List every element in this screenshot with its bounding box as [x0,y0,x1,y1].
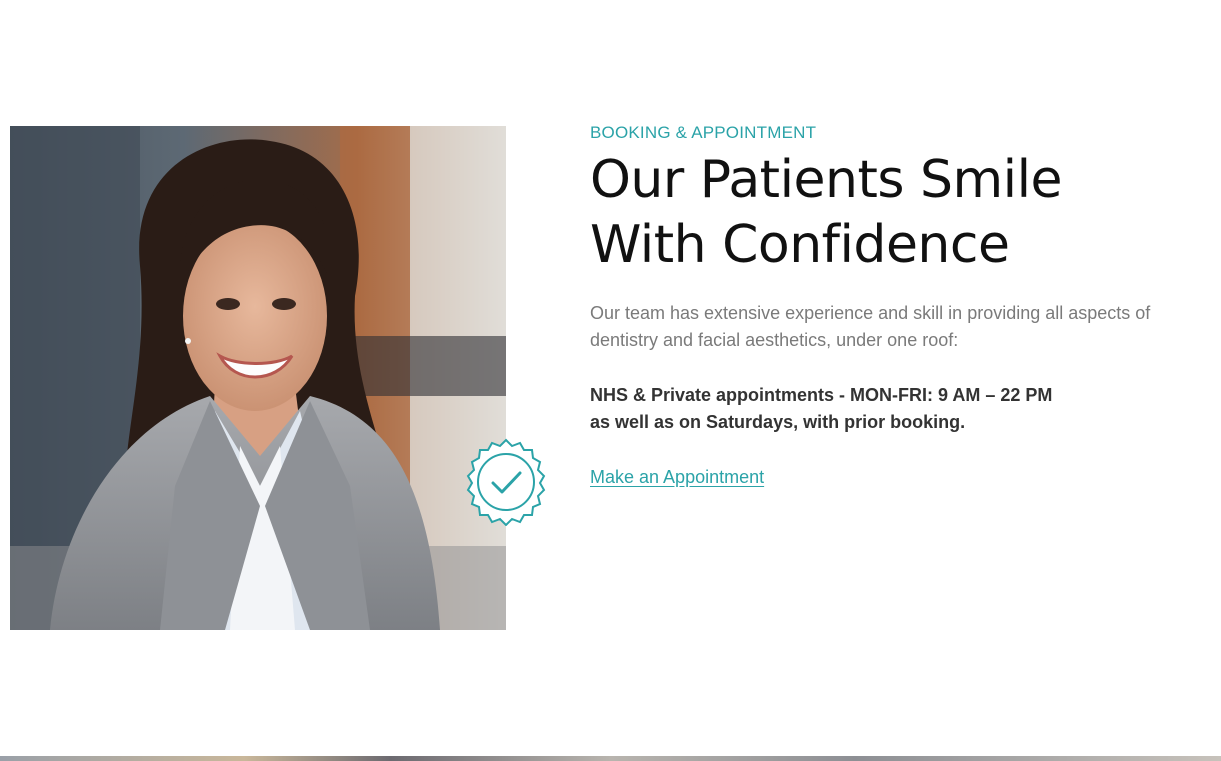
heading-line-1: Our Patients Smile [590,150,1063,210]
section-description: Our team has extensive experience and sk… [590,303,1151,350]
patient-photo [10,126,506,630]
section-eyebrow: BOOKING & APPOINTMENT [590,123,817,142]
hours-line-1: NHS & Private appointments - MON-FRI: 9 … [590,385,1053,405]
hours-line-2: as well as on Saturdays, with prior book… [590,412,966,432]
booking-content: BOOKING & APPOINTMENT Our Patients Smile… [590,122,1190,491]
verified-check-badge-icon [462,438,550,527]
booking-section: BOOKING & APPOINTMENT Our Patients Smile… [0,0,1221,761]
opening-hours: NHS & Private appointments - MON-FRI: 9 … [590,382,1190,436]
section-heading: Our Patients Smile With Confidence [590,148,1190,278]
make-appointment-link[interactable]: Make an Appointment [590,464,764,491]
heading-line-2: With Confidence [590,215,1010,275]
next-section-image-edge [0,756,1221,761]
